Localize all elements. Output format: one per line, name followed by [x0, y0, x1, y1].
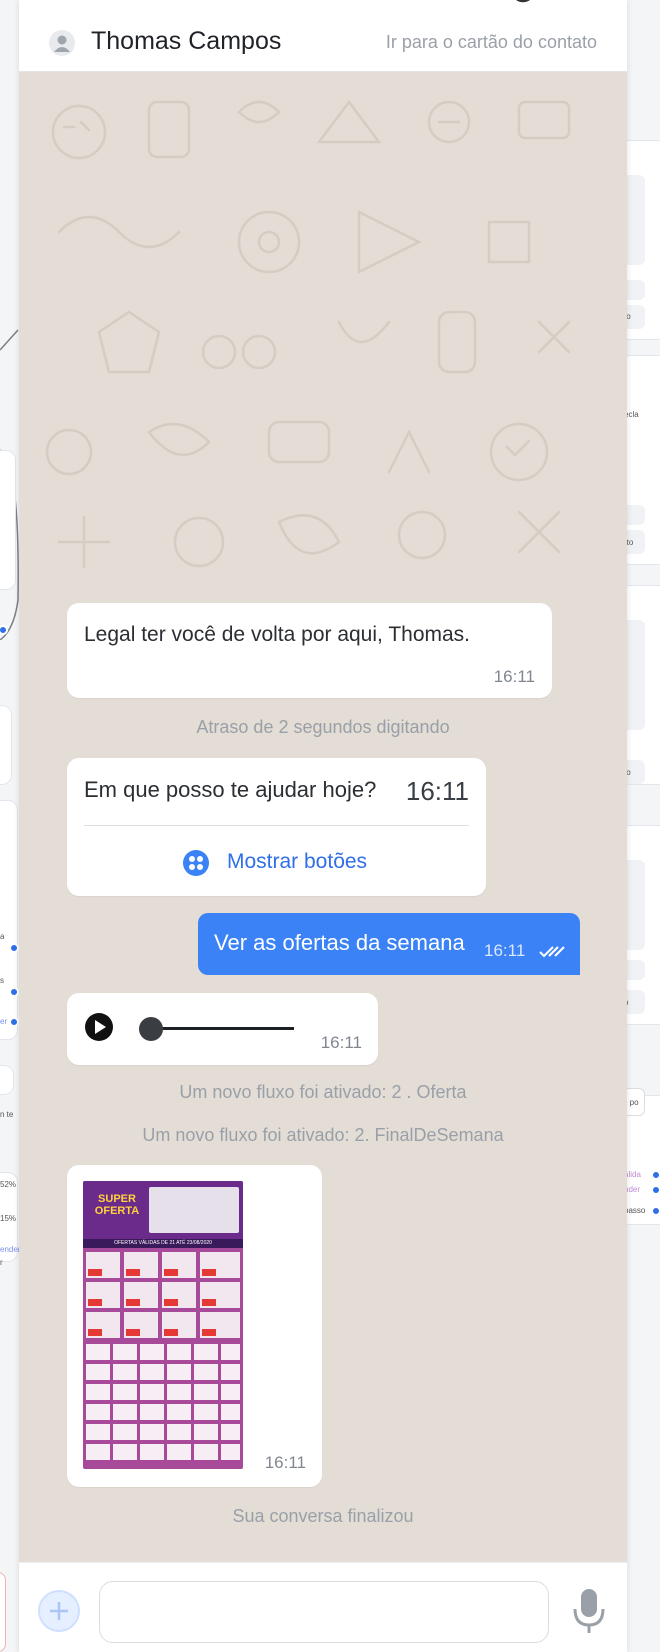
flyer-brand: SUPER OFERTA	[94, 1193, 140, 1217]
message-time: 16:11	[493, 667, 535, 686]
flow-node-left-2	[0, 705, 12, 785]
system-message-flow: Um novo fluxo foi ativado: 2 . Oferta	[179, 1082, 467, 1102]
audio-progress-handle[interactable]	[139, 1017, 163, 1041]
flyer-product-grid	[86, 1252, 240, 1460]
message-time: 16:11	[264, 1453, 306, 1472]
bg-label: a	[0, 932, 5, 941]
buttons-grid-icon	[183, 850, 209, 876]
double-check-icon	[539, 946, 565, 958]
flow-node-left-6	[0, 1572, 6, 1652]
message-time: 16:11	[484, 941, 526, 960]
audio-message: 16:11	[67, 993, 378, 1065]
message-text: Ver as ofertas da semana	[214, 930, 465, 955]
composer-bar	[19, 1562, 627, 1652]
flow-node-left-1	[0, 450, 16, 590]
connector-dot	[9, 943, 19, 953]
bg-label: r	[0, 1258, 3, 1267]
user-icon	[54, 35, 70, 52]
flyer-top-products	[149, 1187, 239, 1233]
divider	[84, 825, 469, 826]
image-message: SUPER OFERTA OFERTAS VÁLIDAS DE 21 ATÉ 2…	[67, 1165, 322, 1487]
incoming-message: Legal ter você de volta por aqui, Thomas…	[67, 603, 552, 698]
header-controls-icon	[516, 0, 530, 3]
message-input[interactable]	[99, 1581, 549, 1643]
show-buttons-button[interactable]: Mostrar botões	[67, 828, 486, 896]
system-message-flow: Um novo fluxo foi ativado: 2. FinalDeSem…	[142, 1125, 504, 1145]
show-buttons-label: Mostrar botões	[227, 850, 368, 873]
bg-label: 15%	[0, 1214, 17, 1223]
connector-dot	[651, 1185, 660, 1195]
message-text: Legal ter você de volta por aqui, Thomas…	[84, 623, 471, 646]
play-icon[interactable]	[84, 1012, 114, 1042]
incoming-message-with-buttons: Em que posso te ajudar hoje? 16:11 Mostr…	[67, 758, 486, 896]
bg-label: passo	[624, 1206, 646, 1215]
chat-area[interactable]: Legal ter você de volta por aqui, Thomas…	[19, 72, 627, 1562]
flyer-banner: OFERTAS VÁLIDAS DE 21 ATÉ 23/08/2020	[83, 1239, 243, 1248]
contact-card-link[interactable]: Ir para o cartão do contato	[386, 32, 597, 53]
connector-dot	[651, 1170, 660, 1180]
outgoing-message: Ver as ofertas da semana 16:11	[198, 913, 580, 975]
add-attachment-button[interactable]	[38, 1590, 80, 1632]
bg-label: er	[0, 1017, 8, 1026]
offer-flyer-image[interactable]: SUPER OFERTA OFERTAS VÁLIDAS DE 21 ATÉ 2…	[83, 1181, 243, 1469]
connector-dot	[9, 987, 19, 997]
chat-preview-panel: Thomas Campos Ir para o cartão do contat…	[19, 0, 627, 1652]
chat-header: Thomas Campos Ir para o cartão do contat…	[19, 0, 627, 72]
plus-icon	[50, 1602, 68, 1620]
contact-name: Thomas Campos	[91, 27, 282, 55]
logo-icon	[49, 0, 69, 4]
connector-dot	[651, 1206, 660, 1216]
flow-node-left-3	[0, 800, 18, 1040]
microphone-icon[interactable]	[567, 1585, 611, 1637]
flow-node-left-4	[0, 1065, 14, 1095]
system-message-ended: Sua conversa finalizou	[232, 1506, 414, 1526]
system-message-delay: Atraso de 2 segundos digitando	[196, 717, 450, 737]
audio-progress-track[interactable]	[147, 1027, 294, 1030]
bg-label: n te	[0, 1110, 14, 1119]
bg-label: s	[0, 976, 4, 985]
bg-label: ender	[0, 1245, 21, 1254]
connector-dot	[9, 1017, 19, 1027]
bg-label: 52%	[0, 1180, 17, 1189]
avatar	[49, 30, 75, 56]
message-time: 16:11	[320, 1033, 362, 1052]
message-text: Em que posso te ajudar hoje?	[84, 777, 377, 802]
message-time: 16:11	[405, 776, 469, 806]
